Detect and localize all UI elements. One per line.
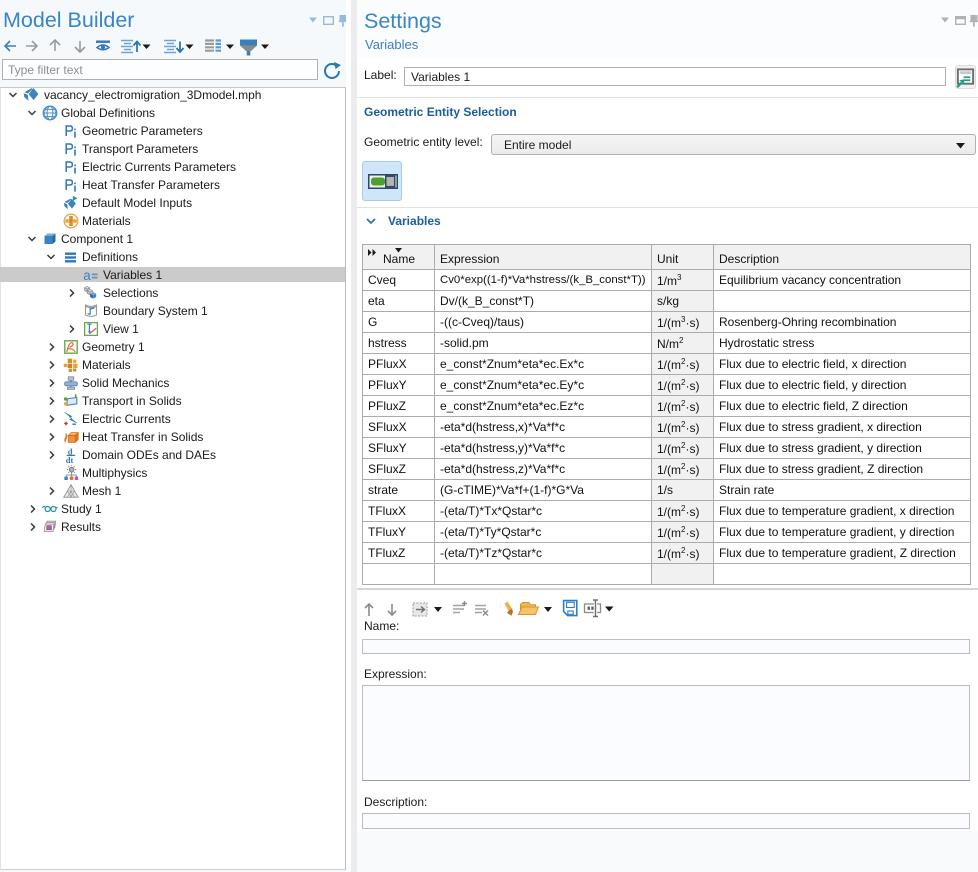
svg-text:a: a [83,268,91,283]
svg-text:dt: dt [66,455,74,463]
